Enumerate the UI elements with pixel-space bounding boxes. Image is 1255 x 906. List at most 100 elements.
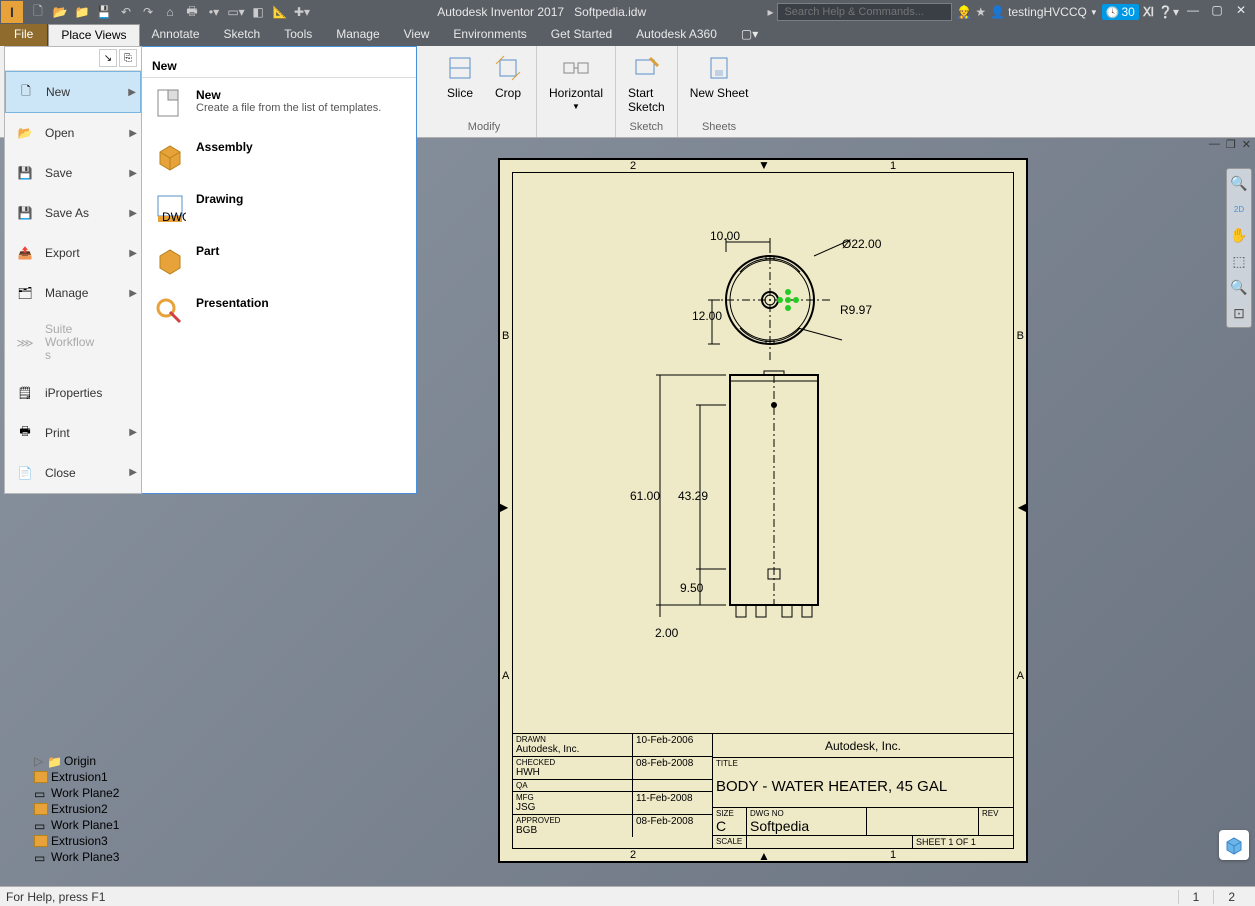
- file-item-iproperties[interactable]: 🗒 iProperties: [5, 373, 141, 413]
- qat-mat1-icon[interactable]: ▭▾: [228, 4, 244, 20]
- trial-badge[interactable]: 🕓30: [1102, 4, 1139, 20]
- tab-environments[interactable]: Environments: [441, 24, 538, 46]
- tab-view[interactable]: View: [392, 24, 442, 46]
- drawing-sheet[interactable]: 2 1 2 1 B B A A ▼ ▲ ▶ ◀: [498, 158, 1028, 863]
- qat-undo-icon[interactable]: ↶: [118, 4, 134, 20]
- manage-icon: 🗂: [13, 283, 37, 303]
- save-icon: 💾: [13, 163, 37, 183]
- qat-home-icon[interactable]: ⌂: [162, 4, 178, 20]
- viewcube-button[interactable]: [1219, 830, 1249, 860]
- file-menu-button[interactable]: File: [0, 24, 48, 46]
- zoom-window-icon[interactable]: ⬚: [1229, 251, 1249, 271]
- minimize-button[interactable]: —: [1183, 3, 1203, 21]
- qat-redo-icon[interactable]: ↷: [140, 4, 156, 20]
- file-item-export[interactable]: 📤 Export ▶: [5, 233, 141, 273]
- file-dropdown: ↘ ⎘ 🗋 New ▶ 📂 Open ▶ 💾 Save ▶ 💾 Save As …: [4, 46, 417, 494]
- new-sheet-button[interactable]: New Sheet: [686, 50, 753, 102]
- svg-text:12.00: 12.00: [692, 309, 722, 323]
- title-right: ▸ 👷 ★ 👤 testingHVCCQ ▼ 🕓30 Ⅺ ❔▾ — ▢ ✕: [767, 3, 1255, 21]
- doc-close[interactable]: ✕: [1240, 138, 1253, 151]
- slice-button[interactable]: Slice: [440, 50, 480, 102]
- chevron-right-icon: ▶: [129, 427, 137, 438]
- hdr-icon1[interactable]: ↘: [99, 49, 117, 67]
- start-sketch-button[interactable]: StartSketch: [624, 50, 669, 116]
- view-toolbar: 🔍 2D ✋ ⬚ 🔍 ⊡: [1226, 168, 1252, 328]
- new-sheet-label: New Sheet: [690, 86, 749, 100]
- tree-item[interactable]: Extrusion1: [4, 769, 234, 785]
- tree-item[interactable]: Extrusion4: [4, 865, 234, 866]
- panel-item-drawing[interactable]: DWG Drawing: [142, 182, 416, 234]
- tab-extra[interactable]: ▢▾: [729, 24, 770, 46]
- help-search-input[interactable]: [777, 3, 952, 21]
- qat-mat2-icon[interactable]: ◧: [250, 4, 266, 20]
- qat-measure-icon[interactable]: 📐: [272, 4, 288, 20]
- signin-icon[interactable]: 👷: [956, 5, 971, 19]
- hdr-icon2[interactable]: ⎘: [119, 49, 137, 67]
- start-sketch-label: StartSketch: [628, 86, 665, 114]
- file-item-open[interactable]: 📂 Open ▶: [5, 113, 141, 153]
- panel-item-new[interactable]: New Create a file from the list of templ…: [142, 78, 416, 130]
- help-icon[interactable]: ❔▾: [1158, 5, 1179, 19]
- drawing-icon: DWG: [154, 192, 186, 224]
- svg-text:2.00: 2.00: [655, 626, 679, 640]
- qat-plus-icon[interactable]: ✚▾: [294, 4, 310, 20]
- close-button[interactable]: ✕: [1231, 3, 1251, 21]
- qat-print-icon[interactable]: 🖶: [184, 4, 200, 20]
- zoom-fit-icon[interactable]: ⊡: [1229, 303, 1249, 323]
- crop-label: Crop: [495, 86, 521, 100]
- chevron-right-icon[interactable]: ▸: [767, 5, 773, 19]
- file-item-save[interactable]: 💾 Save ▶: [5, 153, 141, 193]
- exchange-icon[interactable]: Ⅺ: [1143, 5, 1154, 19]
- qat-dot-icon[interactable]: •▾: [206, 4, 222, 20]
- view-2d-label: 2D: [1229, 199, 1249, 219]
- close-icon: 📄: [13, 463, 37, 483]
- file-item-saveas[interactable]: 💾 Save As ▶: [5, 193, 141, 233]
- status-page-1[interactable]: 1: [1178, 890, 1214, 904]
- tab-manage[interactable]: Manage: [324, 24, 391, 46]
- status-page-2[interactable]: 2: [1213, 890, 1249, 904]
- star-icon[interactable]: ★: [975, 5, 986, 19]
- file-item-saveas-label: Save As: [45, 206, 89, 220]
- open-icon: 📂: [13, 123, 37, 143]
- panel-item-assembly[interactable]: Assembly: [142, 130, 416, 182]
- tree-item[interactable]: ▭Work Plane1: [4, 817, 234, 833]
- file-item-suite[interactable]: ⋙ SuiteWorkflows: [5, 313, 141, 373]
- new-icon: 🗋: [14, 82, 38, 102]
- file-item-print[interactable]: 🖶 Print ▶: [5, 413, 141, 453]
- model-browser[interactable]: ▷📁Origin Extrusion1 ▭Work Plane2 Extrusi…: [4, 753, 234, 866]
- tab-get-started[interactable]: Get Started: [539, 24, 624, 46]
- tab-tools[interactable]: Tools: [272, 24, 324, 46]
- zoom-in-icon[interactable]: 🔍: [1229, 277, 1249, 297]
- panel-item-presentation[interactable]: Presentation: [142, 286, 416, 338]
- user-account[interactable]: 👤 testingHVCCQ ▼: [990, 5, 1098, 19]
- tab-place-views[interactable]: Place Views: [48, 24, 139, 46]
- tab-annotate[interactable]: Annotate: [140, 24, 212, 46]
- sketch-icon: [630, 52, 662, 84]
- tab-a360[interactable]: Autodesk A360: [624, 24, 729, 46]
- qat-open2-icon[interactable]: 📁: [74, 4, 90, 20]
- file-item-manage[interactable]: 🗂 Manage ▶: [5, 273, 141, 313]
- doc-restore[interactable]: ❐: [1224, 138, 1238, 151]
- ribbon-group-blank-label: [545, 119, 607, 133]
- zoom-all-icon[interactable]: 🔍: [1229, 173, 1249, 193]
- qat-save-icon[interactable]: 💾: [96, 4, 112, 20]
- ribbon-group-horizontal: Horizontal▼: [537, 46, 616, 137]
- tree-item[interactable]: Extrusion3: [4, 833, 234, 849]
- qat-open-icon[interactable]: 📂: [52, 4, 68, 20]
- tree-item[interactable]: Extrusion2: [4, 801, 234, 817]
- doc-minimize[interactable]: —: [1207, 138, 1222, 151]
- tree-item[interactable]: ▭Work Plane3: [4, 849, 234, 865]
- tree-item[interactable]: ▷📁Origin: [4, 753, 234, 769]
- crop-button[interactable]: Crop: [488, 50, 528, 102]
- file-item-close[interactable]: 📄 Close ▶: [5, 453, 141, 493]
- tab-sketch[interactable]: Sketch: [212, 24, 273, 46]
- horizontal-button[interactable]: Horizontal▼: [545, 50, 607, 113]
- maximize-button[interactable]: ▢: [1207, 3, 1227, 21]
- pan-icon[interactable]: ✋: [1229, 225, 1249, 245]
- ribbon-group-modify: Slice Crop Modify: [432, 46, 537, 137]
- file-item-new[interactable]: 🗋 New ▶: [5, 71, 141, 113]
- qat-new-icon[interactable]: 🗋: [30, 4, 46, 20]
- panel-item-part[interactable]: Part: [142, 234, 416, 286]
- file-item-suite-label: SuiteWorkflows: [45, 323, 94, 363]
- tree-item[interactable]: ▭Work Plane2: [4, 785, 234, 801]
